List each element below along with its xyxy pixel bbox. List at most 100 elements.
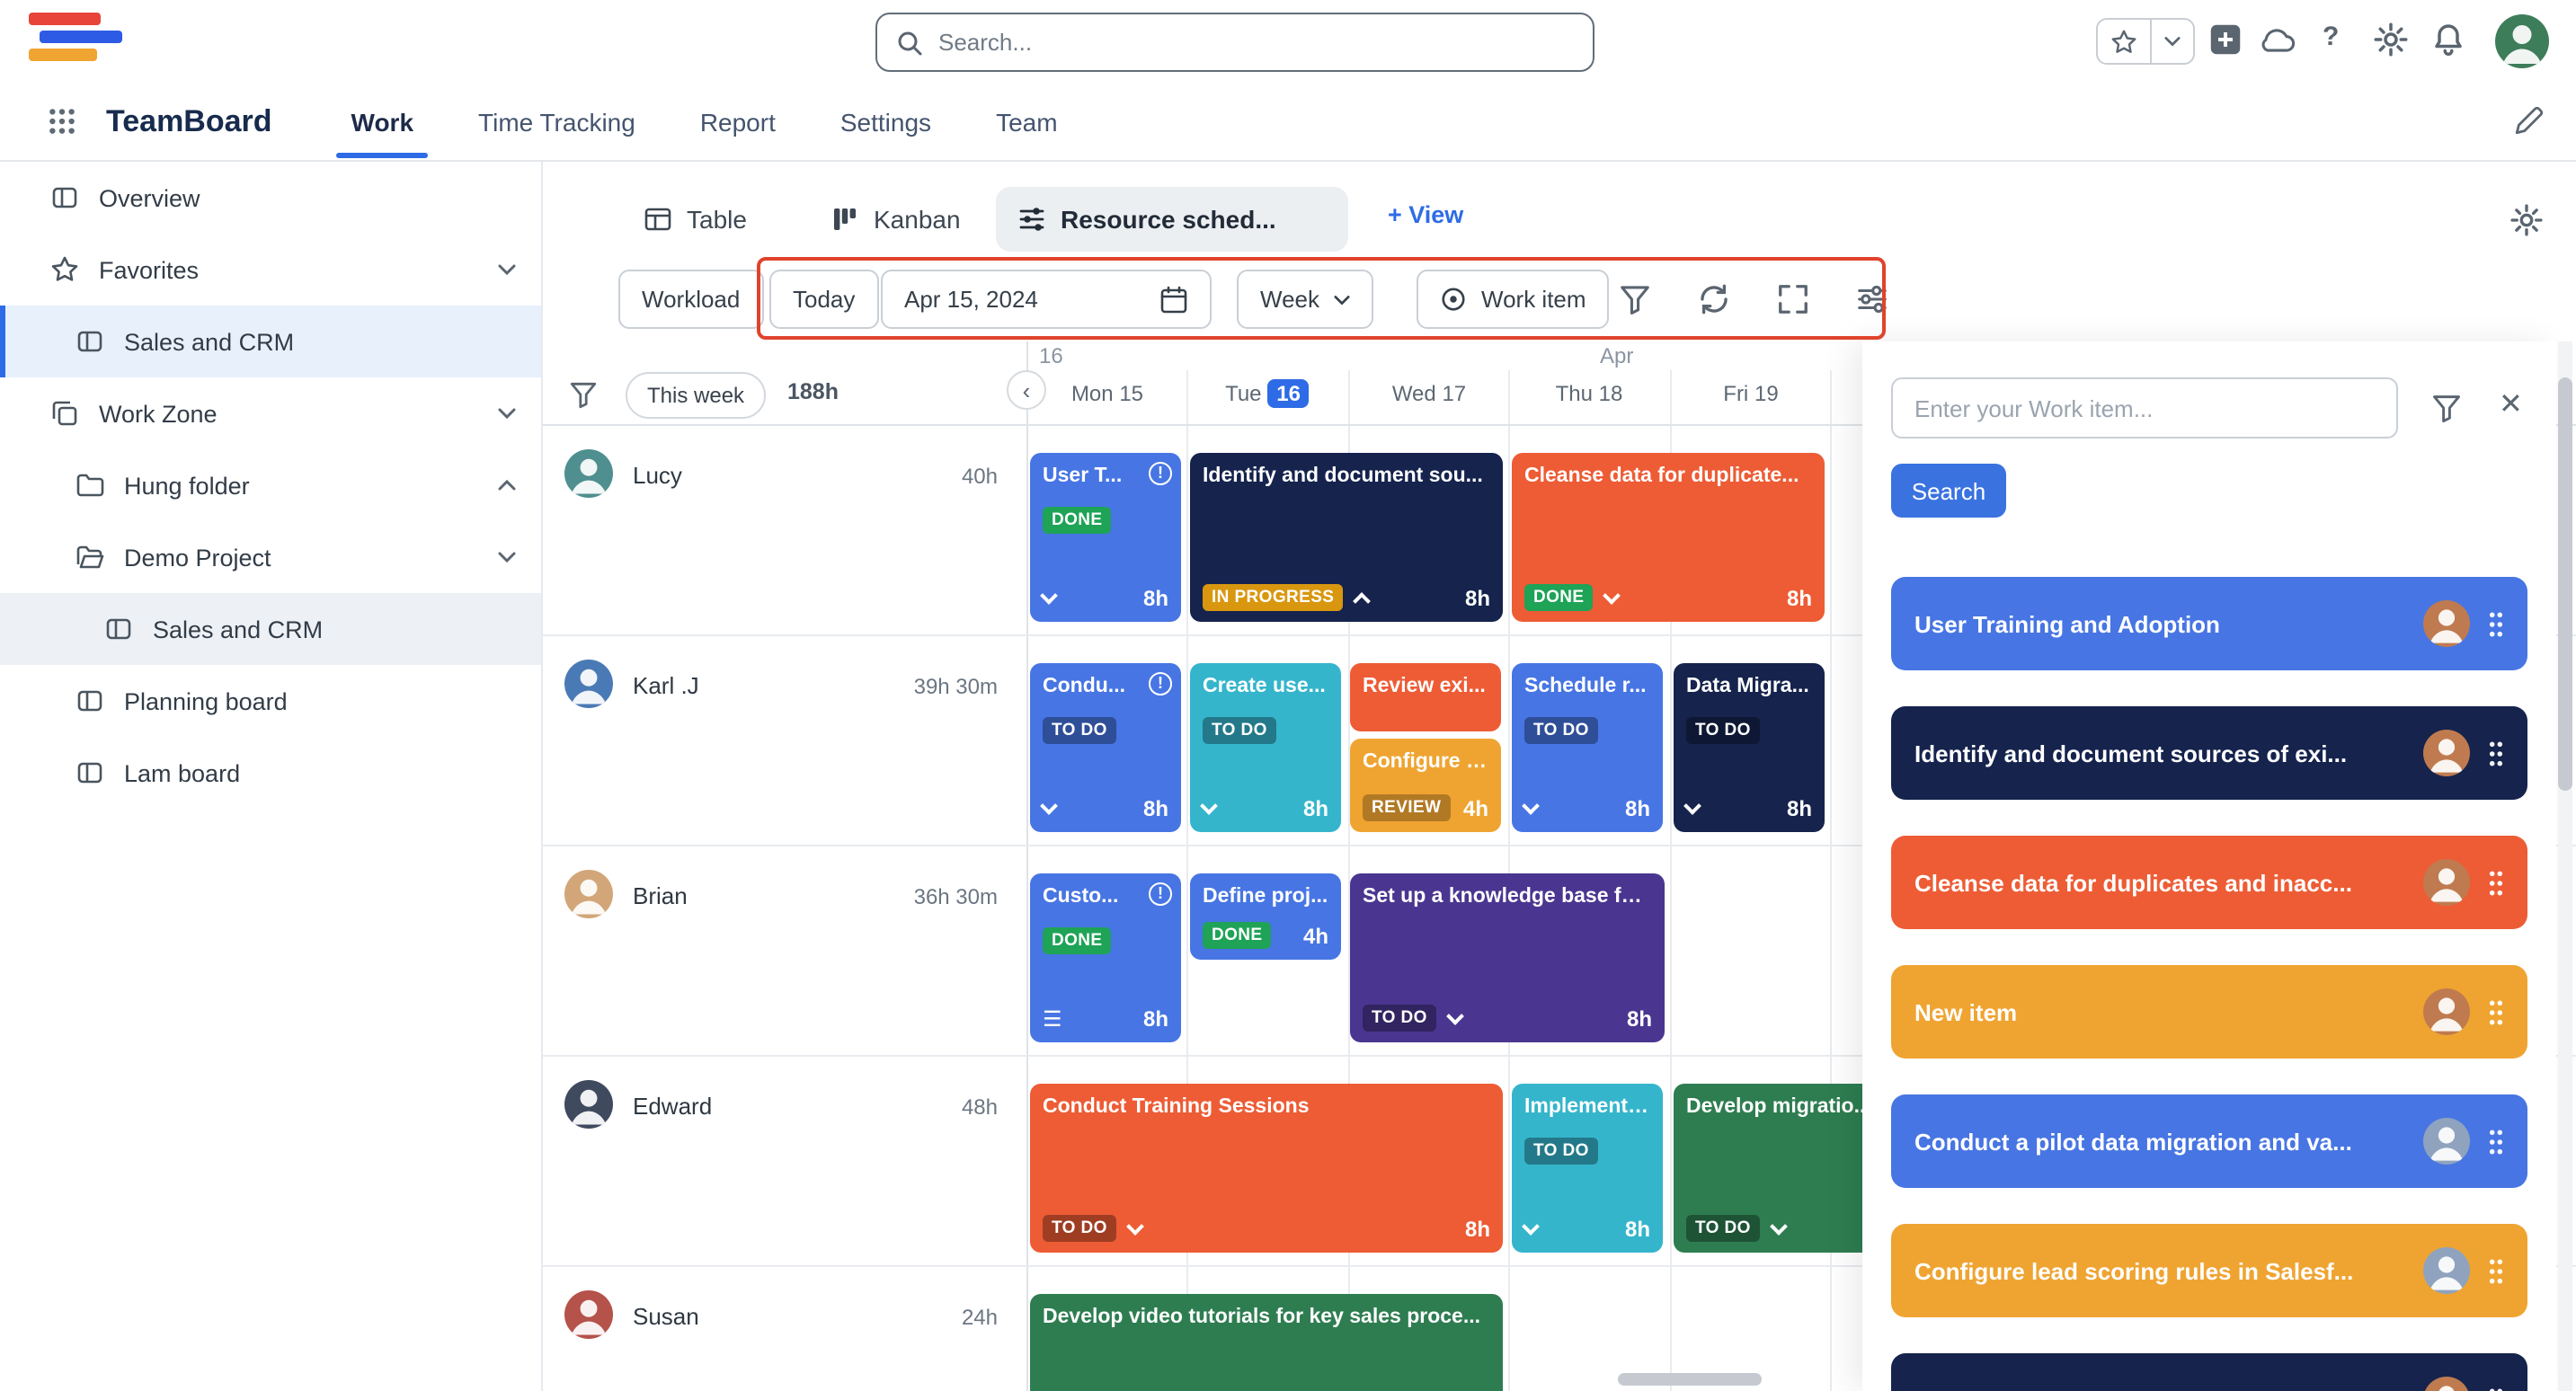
work-item-card[interactable]: ! Custo... DONE ☰8h bbox=[1030, 873, 1181, 1042]
date-picker[interactable]: Apr 15, 2024 bbox=[881, 270, 1212, 329]
sliders-icon[interactable] bbox=[1855, 282, 1889, 316]
work-item-card[interactable]: Define proj... DONE4h bbox=[1190, 873, 1341, 960]
chevron-down-icon[interactable] bbox=[1603, 586, 1621, 604]
menu-icon[interactable]: ☰ bbox=[1043, 1008, 1062, 1030]
work-item-card[interactable]: Schedule r... TO DO 8h bbox=[1512, 663, 1663, 832]
avatar bbox=[564, 1290, 613, 1339]
favorites-dropdown[interactable] bbox=[2096, 18, 2195, 65]
chevron-down-icon[interactable] bbox=[1040, 587, 1058, 605]
panel-work-item[interactable]: Cleanse data for duplicates and inacc... bbox=[1891, 836, 2527, 929]
chevron-down-icon[interactable] bbox=[1522, 797, 1540, 815]
work-item-card[interactable]: Identify and document sou... IN PROGRESS… bbox=[1190, 453, 1503, 622]
work-item-card[interactable]: Implement ... TO DO 8h bbox=[1512, 1084, 1663, 1253]
panel-work-item[interactable]: New item bbox=[1891, 965, 2527, 1059]
refresh-icon[interactable] bbox=[1697, 282, 1731, 316]
work-item-card[interactable]: Create use... TO DO 8h bbox=[1190, 663, 1341, 832]
sidebar-item-sales-and-crm[interactable]: Sales and CRM bbox=[0, 306, 541, 377]
sidebar-item-demo-project[interactable]: Demo Project bbox=[0, 521, 541, 593]
panel-search-button[interactable]: Search bbox=[1891, 464, 2006, 518]
work-item-card[interactable]: Configure l... REVIEW4h bbox=[1350, 739, 1501, 832]
chevron-down-icon[interactable] bbox=[1126, 1217, 1144, 1235]
this-week-pill[interactable]: This week bbox=[626, 372, 766, 419]
sidebar-item-overview[interactable]: Overview bbox=[0, 162, 541, 234]
work-item-card[interactable]: ! Condu... TO DO 8h bbox=[1030, 663, 1181, 832]
close-icon[interactable]: ✕ bbox=[2499, 386, 2523, 422]
search-input[interactable] bbox=[938, 29, 1575, 56]
horizontal-scrollbar-thumb[interactable] bbox=[1618, 1373, 1762, 1386]
star-icon[interactable] bbox=[2098, 20, 2150, 63]
chevron-down-icon[interactable] bbox=[1200, 797, 1218, 815]
view-settings-gear-icon[interactable] bbox=[2509, 203, 2544, 237]
panel-work-item[interactable]: Configure lead scoring rules in Salesf..… bbox=[1891, 1224, 2527, 1317]
chevron-down-icon[interactable] bbox=[498, 408, 516, 419]
chevron-down-icon[interactable] bbox=[2150, 20, 2193, 63]
user-avatar[interactable] bbox=[2495, 14, 2549, 68]
nav-tab-time-tracking[interactable]: Time Tracking bbox=[478, 107, 635, 136]
add-icon[interactable] bbox=[2207, 22, 2243, 58]
panel-work-item[interactable]: Conduct a pilot data migration and va... bbox=[1891, 1094, 2527, 1188]
panel-work-item[interactable]: Identify and document sources of exi... bbox=[1891, 706, 2527, 800]
work-item-search-input[interactable] bbox=[1891, 377, 2398, 439]
filter-icon[interactable] bbox=[1618, 282, 1652, 316]
collapse-people-column-button[interactable]: ‹ bbox=[1007, 370, 1046, 410]
drag-handle-icon[interactable] bbox=[2488, 869, 2504, 896]
range-select[interactable]: Week bbox=[1237, 270, 1373, 329]
workload-button[interactable]: Workload bbox=[618, 270, 763, 329]
bell-icon[interactable] bbox=[2430, 22, 2466, 58]
work-item-card[interactable]: Develop video tutorials for key sales pr… bbox=[1030, 1294, 1503, 1391]
global-search[interactable] bbox=[875, 13, 1594, 72]
edit-pencil-icon[interactable] bbox=[2513, 106, 2544, 137]
chevron-down-icon[interactable] bbox=[1770, 1217, 1788, 1235]
vertical-scrollbar-thumb[interactable] bbox=[2558, 377, 2572, 791]
drag-handle-icon[interactable] bbox=[2488, 1257, 2504, 1284]
chevron-down-icon[interactable] bbox=[1683, 797, 1701, 815]
help-icon[interactable]: ? bbox=[2323, 22, 2339, 52]
card-hours: 8h bbox=[1787, 796, 1812, 821]
chevron-down-icon[interactable] bbox=[498, 552, 516, 563]
date-value: Apr 15, 2024 bbox=[904, 286, 1038, 313]
view-tab-resource-scheduling[interactable]: Resource sched... bbox=[996, 187, 1348, 252]
sidebar-item-hung-folder[interactable]: Hung folder bbox=[0, 449, 541, 521]
drag-handle-icon[interactable] bbox=[2488, 740, 2504, 766]
panel-work-item[interactable]: User Training and Adoption bbox=[1891, 577, 2527, 670]
add-view-button[interactable]: + View bbox=[1388, 201, 1463, 228]
chevron-down-icon[interactable] bbox=[1522, 1218, 1540, 1236]
drag-handle-icon[interactable] bbox=[2488, 610, 2504, 637]
fullscreen-icon[interactable] bbox=[1776, 282, 1810, 316]
chevron-down-icon[interactable] bbox=[1446, 1006, 1464, 1024]
view-tab-table[interactable]: Table bbox=[622, 187, 768, 252]
chevron-down-icon[interactable] bbox=[498, 264, 516, 275]
cloud-icon[interactable] bbox=[2258, 22, 2297, 58]
sidebar-item-work-zone[interactable]: Work Zone bbox=[0, 377, 541, 449]
chevron-down-icon[interactable] bbox=[1040, 797, 1058, 815]
work-item-select[interactable]: Work item bbox=[1417, 270, 1610, 329]
card-title: Create use... bbox=[1203, 674, 1328, 701]
today-button[interactable]: Today bbox=[769, 270, 878, 329]
drag-handle-icon[interactable] bbox=[2488, 1128, 2504, 1155]
work-item-card[interactable]: Conduct Training Sessions TO DO8h bbox=[1030, 1084, 1503, 1253]
work-item-card[interactable]: ! User T... DONE 8h bbox=[1030, 453, 1181, 622]
chevron-up-icon[interactable] bbox=[498, 480, 516, 491]
sidebar-item-favorites[interactable]: Favorites bbox=[0, 234, 541, 306]
drag-handle-icon[interactable] bbox=[2488, 998, 2504, 1025]
panel-work-item[interactable] bbox=[1891, 1353, 2527, 1391]
nav-tab-report[interactable]: Report bbox=[700, 107, 776, 136]
gear-icon[interactable] bbox=[2373, 22, 2409, 58]
people-filter-icon[interactable] bbox=[568, 379, 599, 410]
panel-filter-icon[interactable] bbox=[2430, 392, 2463, 424]
sidebar-item-planning-board[interactable]: Planning board bbox=[0, 665, 541, 737]
work-item-card[interactable]: Review exi... bbox=[1350, 663, 1501, 731]
sidebar-item-sales-and-crm-nested[interactable]: Sales and CRM bbox=[0, 593, 541, 665]
nav-tab-work[interactable]: Work bbox=[351, 107, 414, 136]
drag-handle-icon[interactable] bbox=[2488, 1387, 2504, 1391]
sidebar-item-label: Favorites bbox=[99, 256, 199, 283]
view-tab-kanban[interactable]: Kanban bbox=[809, 187, 982, 252]
nav-tab-team[interactable]: Team bbox=[996, 107, 1057, 136]
chevron-up-icon[interactable] bbox=[1353, 591, 1371, 609]
work-item-card[interactable]: Cleanse data for duplicate... DONE8h bbox=[1512, 453, 1825, 622]
sidebar-item-lam-board[interactable]: Lam board bbox=[0, 737, 541, 809]
work-item-card[interactable]: Data Migra... TO DO 8h bbox=[1674, 663, 1825, 832]
app-switcher-icon[interactable] bbox=[47, 106, 77, 137]
nav-tab-settings[interactable]: Settings bbox=[840, 107, 931, 136]
work-item-card[interactable]: Set up a knowledge base for FAQs TO DO8h bbox=[1350, 873, 1665, 1042]
